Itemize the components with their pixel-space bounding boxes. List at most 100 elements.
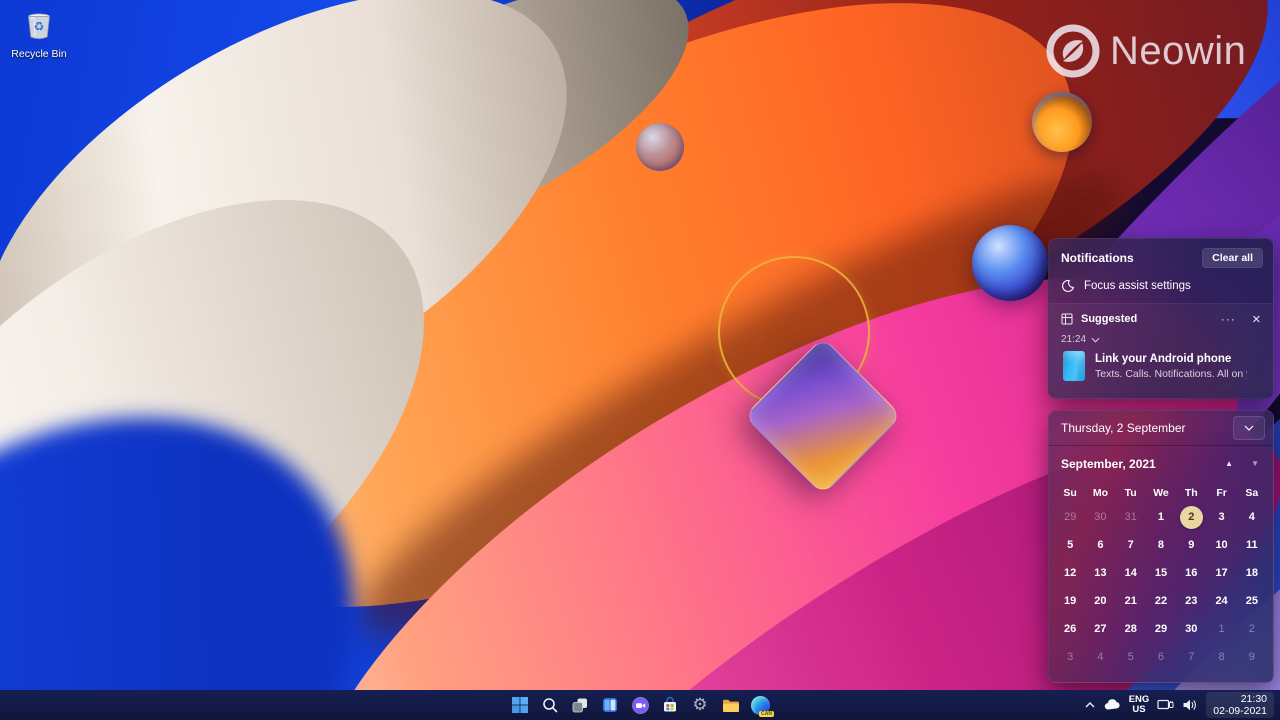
chevron-down-icon [1244,425,1254,431]
calendar-day[interactable]: 8 [1206,643,1236,671]
close-icon[interactable]: ✕ [1242,313,1263,326]
calendar-dow-label: Th [1176,483,1206,503]
chat-button[interactable] [627,692,653,718]
calendar-day[interactable]: 30 [1085,503,1115,531]
clock-tray-button[interactable]: 21:30 02-09-2021 [1206,692,1274,718]
language-indicator[interactable]: ENG US [1129,695,1150,715]
more-options-icon[interactable]: ··· [1215,312,1242,326]
calendar-day[interactable]: 1 [1206,615,1236,643]
onedrive-icon[interactable] [1104,699,1121,711]
volume-icon[interactable] [1182,698,1198,712]
store-button[interactable] [657,692,683,718]
calendar-day-selected[interactable]: 2 [1176,503,1206,531]
notification-center-panel: Notifications Clear all Focus assist set… [1048,238,1274,399]
focus-assist-settings-link[interactable]: Focus assist settings [1049,268,1273,293]
calendar-day[interactable]: 9 [1176,531,1206,559]
notifications-title: Notifications [1061,251,1134,265]
calendar-day-headers: SuMoTuWeThFrSa [1049,483,1273,503]
calendar-day[interactable]: 4 [1085,643,1115,671]
neowin-logo-icon [1046,24,1100,78]
start-icon [511,696,529,714]
calendar-day[interactable]: 23 [1176,587,1206,615]
recycle-bin-icon: ♻ [22,8,56,42]
widgets-icon [601,696,619,714]
calendar-day[interactable]: 29 [1055,503,1085,531]
grid-icon [1061,313,1073,325]
edge-button[interactable]: CAN [747,692,773,718]
calendar-day[interactable]: 21 [1116,587,1146,615]
calendar-day[interactable]: 7 [1176,643,1206,671]
calendar-day[interactable]: 5 [1055,531,1085,559]
search-button[interactable] [537,692,563,718]
calendar-day[interactable]: 28 [1116,615,1146,643]
task-view-button[interactable] [567,692,593,718]
calendar-collapse-button[interactable] [1233,416,1265,440]
calendar-day[interactable]: 17 [1206,559,1236,587]
glass-sphere-decoration [1032,92,1092,152]
suggested-label: Suggested [1081,313,1137,325]
calendar-day[interactable]: 22 [1146,587,1176,615]
calendar-day[interactable]: 8 [1146,531,1176,559]
calendar-day[interactable]: 9 [1237,643,1267,671]
taskbar: ⚙ CAN ENG US [0,690,1280,720]
network-icon[interactable] [1157,698,1174,712]
glass-sphere-decoration [636,123,684,171]
calendar-day[interactable]: 4 [1237,503,1267,531]
suggested-notification-card: Suggested ··· ✕ 21:24 Link your Android … [1049,303,1273,398]
glass-sphere-decoration [972,225,1048,301]
calendar-day[interactable]: 2 [1237,615,1267,643]
calendar-day[interactable]: 29 [1146,615,1176,643]
notification-timestamp: 21:24 [1061,334,1086,345]
calendar-day[interactable]: 13 [1085,559,1115,587]
clear-all-button[interactable]: Clear all [1202,248,1263,268]
calendar-day[interactable]: 26 [1055,615,1085,643]
calendar-month-label: September, 2021 [1061,457,1156,471]
store-icon [661,696,679,714]
calendar-day[interactable]: 27 [1085,615,1115,643]
calendar-day[interactable]: 5 [1116,643,1146,671]
notification-item[interactable]: Link your Android phone Texts. Calls. No… [1061,351,1263,381]
calendar-day[interactable]: 15 [1146,559,1176,587]
calendar-day[interactable]: 6 [1085,531,1115,559]
calendar-day[interactable]: 6 [1146,643,1176,671]
calendar-day[interactable]: 3 [1055,643,1085,671]
neowin-brand-text: Neowin [1110,29,1246,74]
language-bottom: US [1129,705,1150,715]
calendar-day[interactable]: 7 [1116,531,1146,559]
focus-assist-label: Focus assist settings [1084,280,1191,292]
calendar-day[interactable]: 12 [1055,559,1085,587]
chevron-up-icon[interactable] [1084,700,1096,710]
calendar-day[interactable]: 11 [1237,531,1267,559]
start-button[interactable] [507,692,533,718]
file-explorer-button[interactable] [717,692,743,718]
calendar-day[interactable]: 1 [1146,503,1176,531]
edge-canary-badge: CAN [759,711,774,717]
calendar-day[interactable]: 10 [1206,531,1236,559]
calendar-dow-label: Mo [1085,483,1115,503]
tray-date: 02-09-2021 [1213,705,1267,717]
settings-button[interactable]: ⚙ [687,692,713,718]
calendar-dow-label: We [1146,483,1176,503]
calendar-day[interactable]: 16 [1176,559,1206,587]
calendar-day[interactable]: 24 [1206,587,1236,615]
widgets-button[interactable] [597,692,623,718]
notification-item-body: Texts. Calls. Notifications. All on your… [1095,368,1247,380]
recycle-bin-desktop-icon[interactable]: ♻ Recycle Bin [6,8,72,60]
triangle-up-icon[interactable]: ▲ [1225,460,1233,468]
calendar-dow-label: Su [1055,483,1085,503]
calendar-day[interactable]: 31 [1116,503,1146,531]
calendar-flyout-panel: Thursday, 2 September September, 2021 ▲ … [1048,410,1274,683]
search-icon [541,696,559,714]
chevron-down-icon[interactable] [1091,337,1100,343]
calendar-day[interactable]: 3 [1206,503,1236,531]
calendar-day[interactable]: 18 [1237,559,1267,587]
file-explorer-icon [721,696,740,715]
calendar-grid: 2930311234567891011121314151617181920212… [1049,503,1273,671]
triangle-down-icon[interactable]: ▼ [1251,460,1259,468]
recycle-bin-label: Recycle Bin [6,48,72,60]
calendar-day[interactable]: 20 [1085,587,1115,615]
calendar-day[interactable]: 14 [1116,559,1146,587]
calendar-day[interactable]: 30 [1176,615,1206,643]
calendar-day[interactable]: 25 [1237,587,1267,615]
calendar-day[interactable]: 19 [1055,587,1085,615]
